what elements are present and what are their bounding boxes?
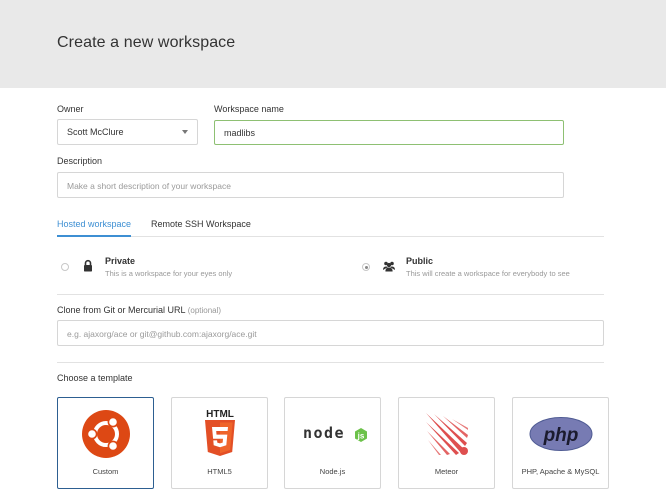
description-placeholder: Make a short description of your workspa… bbox=[67, 181, 231, 191]
template-label: Choose a template bbox=[57, 373, 133, 383]
public-description: This will create a workspace for everybo… bbox=[406, 269, 570, 278]
private-description: This is a workspace for your eyes only bbox=[105, 269, 233, 278]
template-label-meteor: Meteor bbox=[434, 467, 459, 476]
lock-icon bbox=[81, 259, 95, 273]
visibility-private-option[interactable]: Private This is a workspace for your eye… bbox=[61, 255, 311, 285]
clone-url-input[interactable]: e.g. ajaxorg/ace or git@github.com:ajaxo… bbox=[57, 320, 604, 346]
workspace-type-tabs: Hosted workspace Remote SSH Workspace bbox=[57, 212, 604, 237]
workspace-name-input[interactable]: madlibs bbox=[214, 120, 564, 145]
visibility-public-option[interactable]: Public This will create a workspace for … bbox=[362, 255, 602, 285]
template-label-nodejs: Node.js bbox=[319, 467, 346, 476]
html5-logo-icon: HTML bbox=[172, 408, 267, 460]
nodejs-logo-text: node bbox=[302, 424, 344, 442]
clone-url-placeholder: e.g. ajaxorg/ace or git@github.com:ajaxo… bbox=[67, 329, 257, 339]
description-label: Description bbox=[57, 156, 103, 166]
public-radio[interactable] bbox=[362, 263, 370, 271]
template-label-custom: Custom bbox=[92, 467, 119, 476]
clone-label: Clone from Git or Mercurial URL (optiona… bbox=[57, 305, 221, 315]
workspace-name-label: Workspace name bbox=[214, 104, 284, 114]
private-title: Private bbox=[105, 256, 136, 266]
divider bbox=[57, 294, 604, 295]
template-php[interactable]: php PHP, Apache & MySQL bbox=[512, 397, 609, 489]
owner-label: Owner bbox=[57, 104, 84, 114]
html5-logo-text: HTML bbox=[206, 409, 234, 420]
template-html5[interactable]: HTML HTML5 bbox=[171, 397, 268, 489]
meteor-logo-icon bbox=[399, 408, 494, 460]
clone-label-text: Clone from Git or Mercurial URL bbox=[57, 305, 186, 315]
clone-optional-hint: (optional) bbox=[187, 306, 222, 315]
tab-remote-ssh-workspace[interactable]: Remote SSH Workspace bbox=[151, 219, 251, 237]
private-radio[interactable] bbox=[61, 263, 69, 271]
divider bbox=[57, 362, 604, 363]
svg-text:js: js bbox=[356, 432, 364, 441]
users-icon bbox=[382, 259, 396, 273]
owner-value: Scott McClure bbox=[67, 127, 124, 137]
php-logo-icon: php bbox=[513, 408, 608, 460]
public-title: Public bbox=[406, 256, 434, 266]
page-title: Create a new workspace bbox=[57, 34, 236, 51]
template-label-php: PHP, Apache & MySQL bbox=[521, 467, 600, 476]
owner-select[interactable]: Scott McClure bbox=[57, 119, 198, 145]
workspace-name-value: madlibs bbox=[224, 128, 256, 138]
description-input[interactable]: Make a short description of your workspa… bbox=[57, 172, 564, 198]
tab-hosted-workspace[interactable]: Hosted workspace bbox=[57, 219, 132, 237]
nodejs-logo-icon: node js bbox=[285, 408, 380, 460]
chevron-down-icon bbox=[182, 130, 188, 134]
template-label-html5: HTML5 bbox=[207, 467, 232, 476]
template-nodejs[interactable]: node js Node.js bbox=[284, 397, 381, 489]
page-header: Create a new workspace bbox=[0, 0, 666, 88]
template-meteor[interactable]: Meteor bbox=[398, 397, 495, 489]
ubuntu-logo-icon bbox=[58, 408, 153, 460]
template-custom[interactable]: Custom bbox=[57, 397, 154, 489]
php-logo-text: php bbox=[542, 425, 578, 446]
